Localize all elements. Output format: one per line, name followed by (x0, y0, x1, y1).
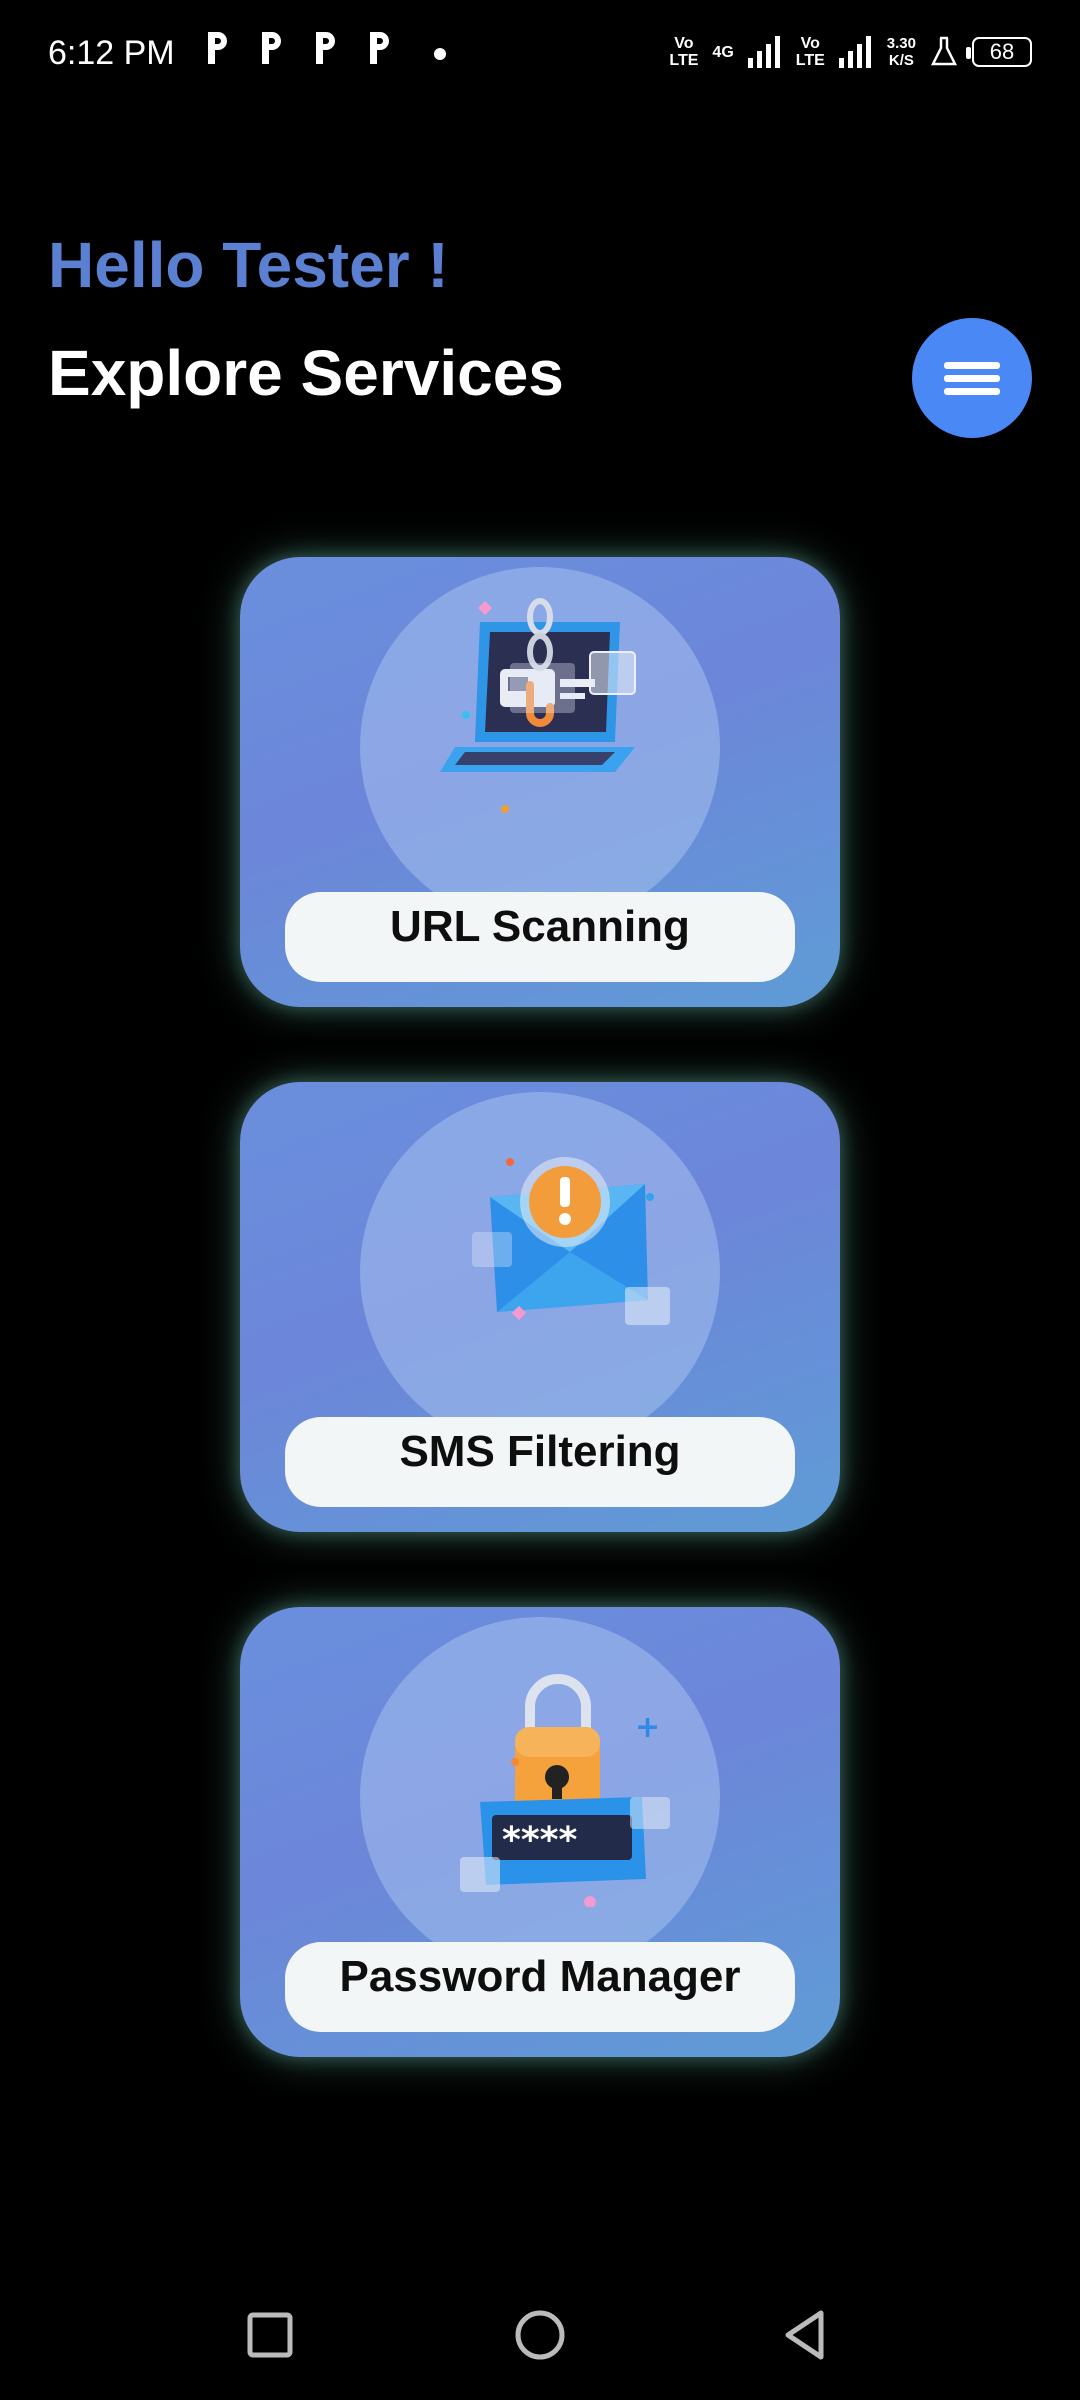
signal-icon (747, 36, 780, 68)
speed-unit: K/S (888, 52, 914, 69)
home-icon[interactable] (510, 2305, 570, 2365)
p-notification-icon (208, 32, 227, 64)
network-type: 4G (712, 43, 734, 61)
battery-icon: 68 (966, 37, 1032, 67)
p-notification-icon (316, 32, 335, 64)
svg-text:****: **** (502, 1820, 577, 1861)
status-bar: 6:12 PM Vo LTE 4G Vo LTE 3.30 K/S 68 (0, 0, 1080, 110)
battery-level: 68 (989, 39, 1015, 64)
padlock-password-icon: **** + (460, 1674, 670, 1907)
back-icon[interactable] (776, 2305, 836, 2365)
service-card-password-manager[interactable]: **** + Password Manager (240, 1607, 840, 2057)
p-notification-icon (370, 32, 389, 64)
service-card-sms-filtering[interactable]: SMS Filtering (240, 1082, 840, 1532)
p-notification-icon (262, 32, 281, 64)
recent-apps-icon[interactable] (240, 2305, 300, 2365)
service-label: Password Manager (339, 1952, 741, 2001)
service-label-box: Password Manager (285, 1942, 795, 2032)
service-label-box: SMS Filtering (285, 1417, 795, 1507)
navigation-bar (0, 2240, 1080, 2400)
svg-text:+: + (635, 1710, 660, 1745)
mail-warning-icon (472, 1157, 670, 1325)
volte-indicator: Vo LTE (795, 35, 825, 69)
greeting-text: Hello Tester ! (48, 229, 449, 301)
service-card-url-scanning[interactable]: URL Scanning (240, 557, 840, 1007)
service-label: URL Scanning (390, 902, 690, 951)
network-speed: 3.30 K/S (887, 35, 916, 69)
volte-indicator: Vo LTE (669, 35, 699, 69)
speed-value: 3.30 (886, 35, 916, 52)
menu-button[interactable] (912, 318, 1032, 438)
page-title: Explore Services (48, 337, 564, 409)
laptop-link-icon (440, 598, 636, 813)
service-label-box: URL Scanning (285, 892, 795, 982)
flask-icon (930, 36, 958, 66)
status-time: 6:12 PM (48, 34, 175, 72)
service-label: SMS Filtering (399, 1427, 681, 1476)
more-notifications-dot (434, 48, 446, 60)
signal-icon (838, 36, 871, 68)
